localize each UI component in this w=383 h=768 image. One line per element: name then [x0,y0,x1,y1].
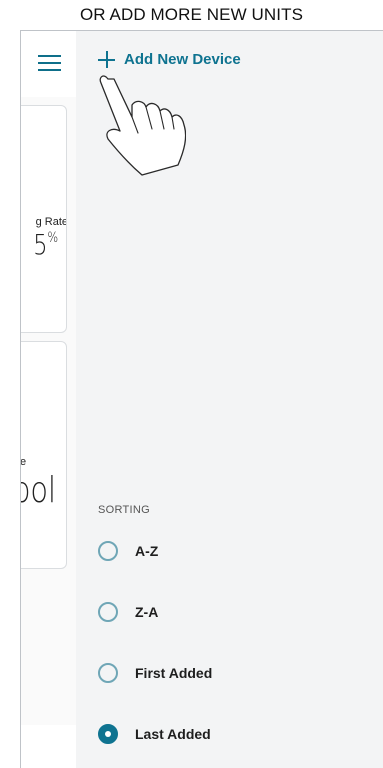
background-screen: g Rate 5% e ool [21,31,76,768]
pointing-hand-icon [99,75,186,176]
banner-caption: OR ADD MORE NEW UNITS [79,5,304,24]
add-new-device-label: Add New Device [124,51,241,68]
hamburger-menu-icon[interactable] [38,55,61,71]
radio-button-selected[interactable] [98,724,118,744]
background-footer [21,725,76,768]
sorting-title: SORTING [98,504,151,516]
plus-icon [98,51,115,68]
side-drawer: Add New Device SORTING A-Z Z-A First Add… [76,31,383,768]
sort-option-label: First Added [135,665,213,681]
radio-button[interactable] [98,541,118,561]
sort-option-label: A-Z [135,543,159,559]
sort-option-label: Last Added [135,726,211,742]
sort-option-first-added[interactable]: First Added [98,663,212,683]
background-card-rate[interactable]: g Rate 5% [21,105,67,333]
sort-option-z-a[interactable]: Z-A [98,602,158,622]
radio-button[interactable] [98,602,118,622]
background-header [21,31,76,97]
card-value: ool [21,470,56,511]
phone-screen: g Rate 5% e ool Add New Device SORTING [20,30,383,768]
sort-option-last-added[interactable]: Last Added [98,724,211,744]
card-label: g Rate [35,216,67,228]
card-value: 5% [33,228,58,261]
sort-option-a-z[interactable]: A-Z [98,541,158,561]
add-new-device-button[interactable]: Add New Device [98,51,241,68]
background-card-mode[interactable]: e ool [21,341,67,569]
radio-button[interactable] [98,663,118,683]
page: OR ADD MORE NEW UNITS g Rate 5% e ool [0,0,383,768]
card-label: e [21,456,26,468]
sort-option-label: Z-A [135,604,159,620]
